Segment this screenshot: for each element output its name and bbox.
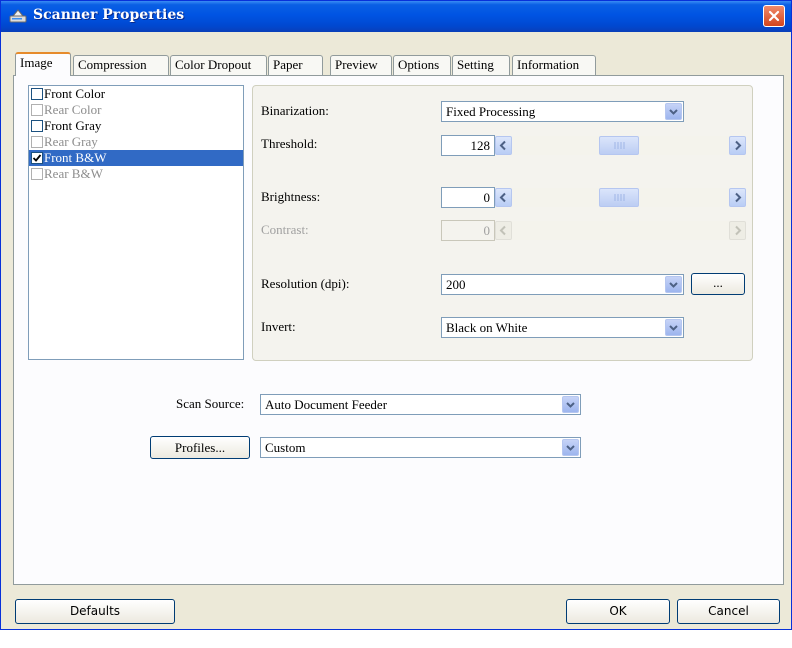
contrast-slider	[495, 221, 746, 240]
tab-options[interactable]: Options	[393, 55, 451, 75]
dropdown-arrow[interactable]	[665, 319, 682, 336]
scan-source-label: Scan Source:	[176, 396, 245, 411]
scanner-properties-window: Scanner Properties Image Compression Col…	[0, 0, 792, 630]
tab-compression[interactable]: Compression	[73, 55, 169, 75]
checkbox[interactable]	[31, 120, 43, 132]
tab-color-dropout[interactable]: Color Dropout	[170, 55, 267, 75]
list-item-front-gray[interactable]: Front Gray	[29, 118, 243, 134]
image-settings-group: Binarization: Fixed Processing Threshold…	[252, 85, 753, 361]
checkbox[interactable]	[31, 136, 43, 148]
resolution-label: Resolution (dpi):	[261, 276, 350, 291]
window-title: Scanner Properties	[33, 7, 185, 23]
list-item-rear-bw[interactable]: Rear B&W	[29, 166, 243, 182]
cancel-button[interactable]: Cancel	[677, 599, 780, 624]
chevron-left-icon	[499, 140, 506, 151]
checkbox[interactable]	[31, 168, 43, 180]
list-item-label: Front Gray	[44, 118, 102, 133]
chevron-right-icon	[735, 192, 742, 203]
profile-value: Custom	[265, 440, 306, 455]
image-tab-panel: Front Color Rear Color Front Gray Rear G…	[13, 75, 784, 585]
binarization-label: Binarization:	[261, 103, 329, 118]
list-item-rear-gray[interactable]: Rear Gray	[29, 134, 243, 150]
tab-paper[interactable]: Paper	[268, 55, 323, 75]
dropdown-arrow[interactable]	[665, 276, 682, 293]
profiles-button[interactable]: Profiles...	[150, 436, 250, 459]
threshold-value[interactable]: 128	[441, 135, 495, 156]
threshold-slider[interactable]	[495, 136, 746, 155]
tab-preview[interactable]: Preview	[330, 55, 392, 75]
resolution-value: 200	[446, 277, 466, 292]
chevron-left-icon	[499, 225, 506, 236]
dropdown-arrow[interactable]	[562, 439, 579, 456]
tab-image[interactable]: Image	[15, 52, 71, 76]
binarization-dropdown[interactable]: Fixed Processing	[441, 101, 684, 122]
list-item-label: Rear B&W	[44, 166, 103, 181]
brightness-value[interactable]: 0	[441, 187, 495, 208]
chevron-down-icon	[669, 282, 678, 288]
chevron-down-icon	[669, 109, 678, 115]
brightness-label: Brightness:	[261, 189, 321, 204]
list-item-front-bw[interactable]: Front B&W	[29, 150, 243, 166]
brightness-slider[interactable]	[495, 188, 746, 207]
dropdown-arrow[interactable]	[562, 396, 579, 413]
grip-icon	[614, 194, 625, 201]
chevron-down-icon	[566, 402, 575, 408]
invert-value: Black on White	[446, 320, 528, 335]
resolution-dropdown[interactable]: 200	[441, 274, 684, 295]
slider-thumb[interactable]	[599, 136, 639, 155]
profile-dropdown[interactable]: Custom	[260, 437, 581, 458]
defaults-button[interactable]: Defaults	[15, 599, 175, 624]
checkbox[interactable]	[31, 152, 43, 164]
title-bar[interactable]: Scanner Properties	[1, 1, 791, 32]
contrast-label: Contrast:	[261, 222, 309, 237]
checkbox[interactable]	[31, 104, 43, 116]
slider-thumb[interactable]	[599, 188, 639, 207]
scroll-left-button[interactable]	[495, 136, 512, 155]
tab-setting[interactable]: Setting	[452, 55, 510, 75]
chevron-right-icon	[735, 225, 742, 236]
chevron-down-icon	[566, 445, 575, 451]
tab-information[interactable]: Information	[512, 55, 596, 75]
chevron-left-icon	[499, 192, 506, 203]
scan-source-dropdown[interactable]: Auto Document Feeder	[260, 394, 581, 415]
list-item-front-color[interactable]: Front Color	[29, 86, 243, 102]
checkbox[interactable]	[31, 88, 43, 100]
list-item-label: Front B&W	[44, 150, 107, 165]
list-item-label: Rear Gray	[44, 134, 98, 149]
close-button[interactable]	[763, 5, 785, 27]
list-item-label: Front Color	[44, 86, 106, 101]
scanner-icon	[9, 9, 27, 23]
checkmark-icon	[32, 154, 42, 162]
image-type-list[interactable]: Front Color Rear Color Front Gray Rear G…	[28, 85, 244, 360]
close-icon	[768, 10, 780, 22]
contrast-value: 0	[441, 220, 495, 241]
binarization-value: Fixed Processing	[446, 104, 536, 119]
chevron-right-icon	[735, 140, 742, 151]
grip-icon	[614, 142, 625, 149]
invert-label: Invert:	[261, 319, 296, 334]
scan-source-value: Auto Document Feeder	[265, 397, 388, 412]
dropdown-arrow[interactable]	[665, 103, 682, 120]
ok-button[interactable]: OK	[566, 599, 670, 624]
scroll-left-button	[495, 221, 512, 240]
threshold-label: Threshold:	[261, 136, 318, 151]
invert-dropdown[interactable]: Black on White	[441, 317, 684, 338]
scroll-right-button[interactable]	[729, 188, 746, 207]
scroll-right-button[interactable]	[729, 136, 746, 155]
list-item-rear-color[interactable]: Rear Color	[29, 102, 243, 118]
list-item-label: Rear Color	[44, 102, 102, 117]
resolution-more-button[interactable]: ...	[691, 273, 745, 295]
scroll-left-button[interactable]	[495, 188, 512, 207]
chevron-down-icon	[669, 325, 678, 331]
scroll-right-button	[729, 221, 746, 240]
